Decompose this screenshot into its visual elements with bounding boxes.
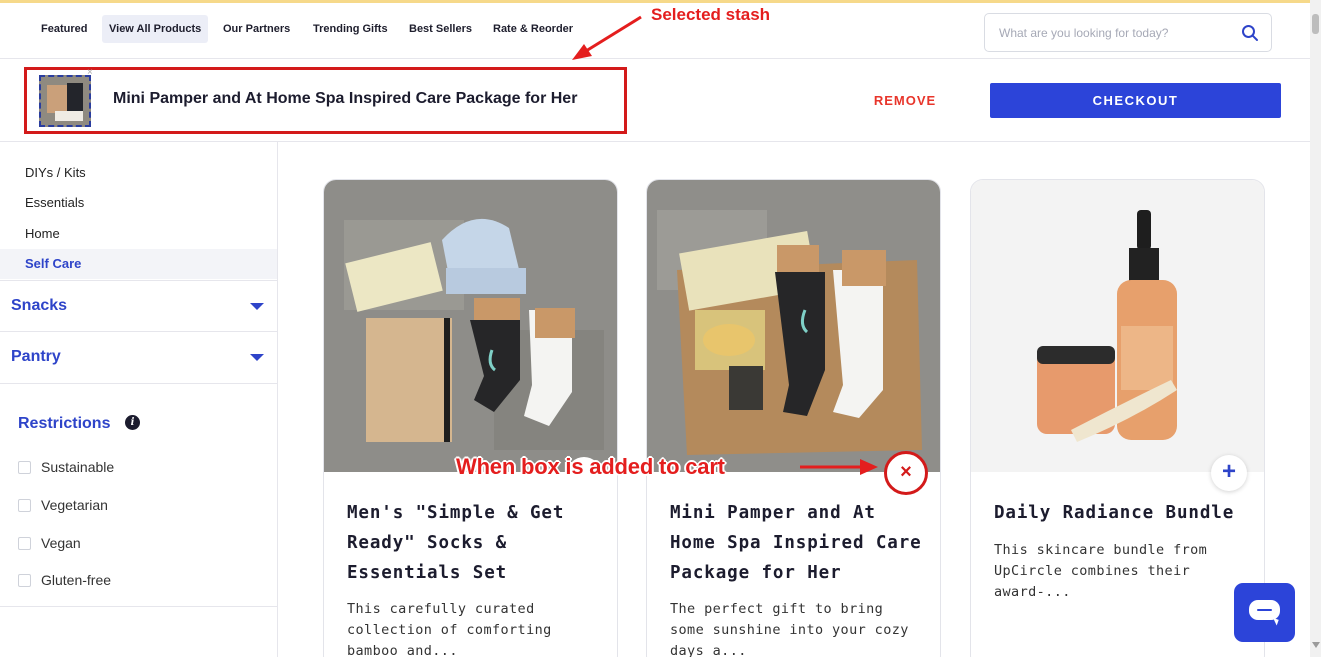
annotation-arrows [572,15,878,475]
chat-icon [1249,600,1280,620]
scroll-down-arrow-icon[interactable] [1312,642,1320,648]
annotation-selected-stash: Selected stash [651,5,771,24]
scroll-thumb[interactable] [1312,14,1319,34]
chat-button[interactable] [1234,583,1295,642]
annotation-added-to-cart: When box is added to cart [456,454,725,479]
page-scrollbar[interactable] [1310,0,1321,657]
